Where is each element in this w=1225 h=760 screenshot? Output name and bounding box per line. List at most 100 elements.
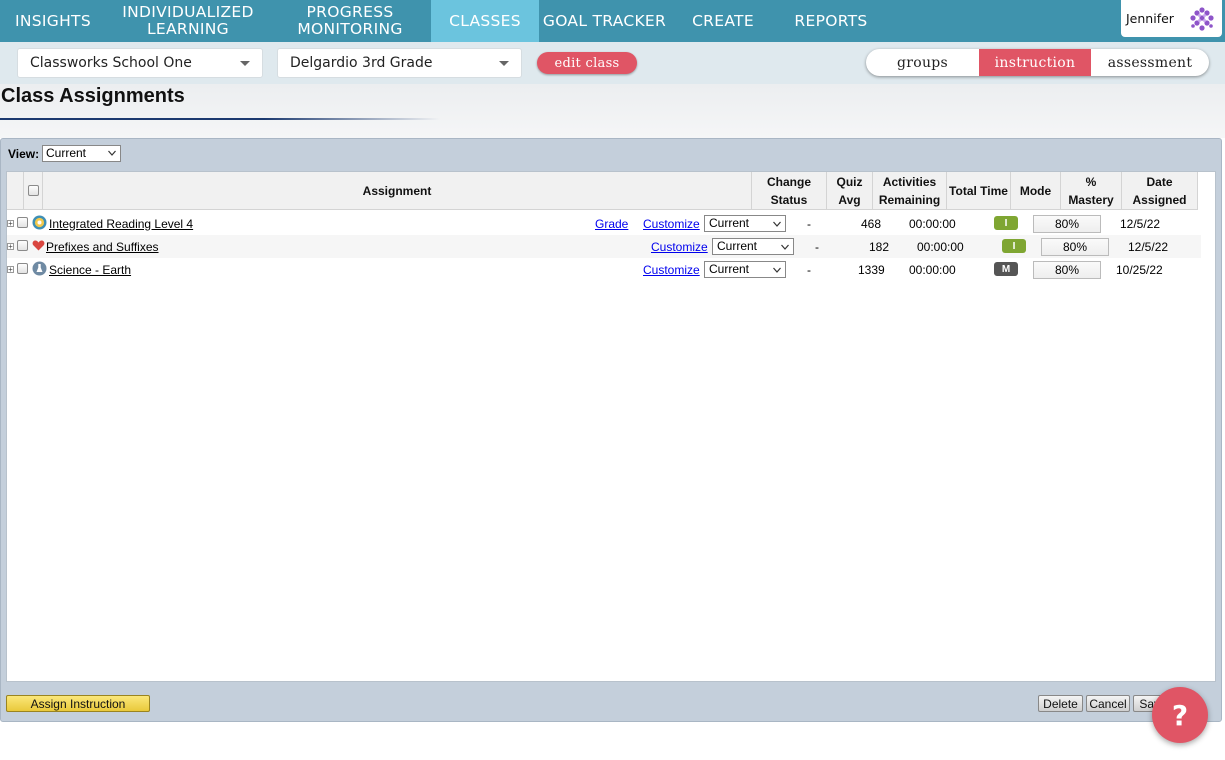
- title-divider: [0, 118, 440, 120]
- mode-badge: I: [1002, 239, 1026, 253]
- cancel-label: Cancel: [1089, 696, 1127, 711]
- user-menu[interactable]: Jennifer: [1121, 0, 1222, 37]
- header-activities-remaining[interactable]: Activities Remaining: [873, 172, 947, 210]
- expand-icon[interactable]: +: [7, 266, 14, 274]
- table-row: + Integrated Reading Level 4 Grade Custo…: [7, 212, 1201, 235]
- nav-label-line2: LEARNING: [147, 20, 229, 38]
- class-select[interactable]: Delgardio 3rd Grade: [277, 48, 522, 78]
- top-nav: INSIGHTS INDIVIDUALIZED LEARNING PROGRESS…: [0, 0, 1225, 42]
- customize-link[interactable]: Customize: [651, 235, 708, 258]
- view-toggle: groups instruction assessment: [866, 49, 1209, 76]
- chevron-down-icon: [773, 221, 781, 227]
- expand-icon[interactable]: +: [7, 243, 14, 251]
- page-title: Class Assignments: [1, 85, 185, 107]
- delete-label: Delete: [1043, 696, 1078, 711]
- mastery-field[interactable]: 80%: [1033, 215, 1101, 233]
- customize-link[interactable]: Customize: [643, 212, 700, 235]
- table-row: + Prefixes and Suffixes Customize Curren…: [7, 235, 1201, 258]
- science-icon: [32, 261, 47, 276]
- row-checkbox[interactable]: [17, 240, 28, 251]
- reading-icon: [32, 215, 47, 230]
- status-select[interactable]: Current: [704, 261, 786, 278]
- header-total-time[interactable]: Total Time: [947, 172, 1011, 210]
- nav-label-line2: MONITORING: [297, 20, 403, 38]
- header-mastery[interactable]: % Mastery: [1061, 172, 1122, 210]
- date-assigned: 12/5/22: [1120, 216, 1161, 231]
- view-select[interactable]: Current: [42, 145, 121, 162]
- activities-remaining: 468: [861, 216, 882, 231]
- nav-individualized-learning[interactable]: INDIVIDUALIZED LEARNING: [106, 0, 270, 42]
- school-select[interactable]: Classworks School One: [17, 48, 263, 78]
- header-mode[interactable]: Mode: [1011, 172, 1061, 210]
- nav-insights-label: INSIGHTS: [15, 11, 91, 30]
- header-line2: Remaining: [878, 192, 941, 207]
- header-quiz-avg[interactable]: Quiz Avg: [827, 172, 873, 210]
- activities-remaining: 1339: [858, 262, 885, 277]
- nav-classes[interactable]: CLASSES: [431, 0, 539, 42]
- status-select-value: Current: [717, 239, 758, 253]
- assignment-link[interactable]: Science - Earth: [49, 258, 131, 281]
- header-line1: %: [1085, 174, 1097, 189]
- header-total-time-label: Total Time: [949, 183, 1008, 198]
- cancel-button[interactable]: Cancel: [1086, 695, 1130, 712]
- status-select-value: Current: [709, 216, 750, 230]
- row-checkbox[interactable]: [17, 263, 28, 274]
- delete-button[interactable]: Delete: [1038, 695, 1083, 712]
- total-time: 00:00:00: [909, 262, 956, 277]
- total-time: 00:00:00: [909, 216, 956, 231]
- header-line2: Status: [770, 192, 808, 207]
- header-line2: Assigned: [1132, 192, 1187, 207]
- header-assignment-label: Assignment: [362, 183, 432, 198]
- quiz-avg: -: [807, 216, 811, 231]
- header-line1: Quiz: [836, 174, 863, 189]
- activities-remaining: 182: [869, 239, 890, 254]
- mastery-field[interactable]: 80%: [1041, 238, 1109, 256]
- nav-reports[interactable]: REPORTS: [776, 0, 886, 42]
- edit-class-button[interactable]: edit class: [537, 52, 637, 74]
- nav-progress-monitoring[interactable]: PROGRESS MONITORING: [270, 0, 430, 42]
- grade-link[interactable]: Grade: [595, 212, 628, 235]
- chevron-down-icon: [781, 244, 789, 250]
- status-select[interactable]: Current: [712, 238, 794, 255]
- nav-create-label: CREATE: [692, 11, 754, 30]
- mode-badge: I: [994, 216, 1018, 230]
- select-all-checkbox[interactable]: [27, 185, 39, 196]
- expand-icon[interactable]: +: [7, 220, 14, 228]
- toggle-instruction[interactable]: instruction: [979, 49, 1091, 76]
- toggle-groups[interactable]: groups: [866, 49, 979, 76]
- status-select[interactable]: Current: [704, 215, 786, 232]
- help-button[interactable]: ?: [1152, 687, 1208, 743]
- row-checkbox[interactable]: [17, 217, 28, 228]
- header-date-assigned[interactable]: Date Assigned: [1122, 172, 1198, 210]
- quiz-avg: -: [815, 239, 819, 254]
- date-assigned: 12/5/22: [1128, 239, 1169, 254]
- total-time: 00:00:00: [917, 239, 964, 254]
- nav-goal-tracker-label: GOAL TRACKER: [542, 11, 667, 30]
- quiz-avg: -: [807, 262, 811, 277]
- nav-insights[interactable]: INSIGHTS: [0, 0, 106, 42]
- table-row: + Science - Earth Customize Current - 13…: [7, 258, 1201, 281]
- heart-icon: [32, 240, 45, 251]
- view-select-value: Current: [46, 146, 87, 160]
- header-change-status[interactable]: Change Status: [752, 172, 827, 210]
- assignment-link[interactable]: Prefixes and Suffixes: [46, 235, 159, 258]
- header-mode-label: Mode: [1019, 183, 1052, 198]
- header-line1: Date: [1146, 174, 1173, 189]
- chevron-down-icon: [499, 61, 509, 66]
- header-line1: Change: [766, 174, 811, 189]
- header-spacer: [7, 172, 24, 210]
- customize-link[interactable]: Customize: [643, 258, 700, 281]
- assign-instruction-button[interactable]: Assign Instruction: [6, 695, 150, 712]
- nav-goal-tracker[interactable]: GOAL TRACKER: [539, 0, 670, 42]
- toggle-assessment[interactable]: assessment: [1091, 49, 1209, 76]
- assign-instruction-label: Assign Instruction: [30, 696, 126, 711]
- user-name: Jennifer: [1126, 11, 1174, 26]
- view-label: View:: [8, 147, 40, 161]
- header-assignment[interactable]: Assignment: [43, 172, 752, 210]
- chevron-down-icon: [240, 61, 250, 66]
- header-line1: Activities: [882, 174, 937, 189]
- assignment-link[interactable]: Integrated Reading Level 4: [49, 212, 193, 235]
- nav-create[interactable]: CREATE: [670, 0, 776, 42]
- status-select-value: Current: [709, 262, 750, 276]
- mastery-field[interactable]: 80%: [1033, 261, 1101, 279]
